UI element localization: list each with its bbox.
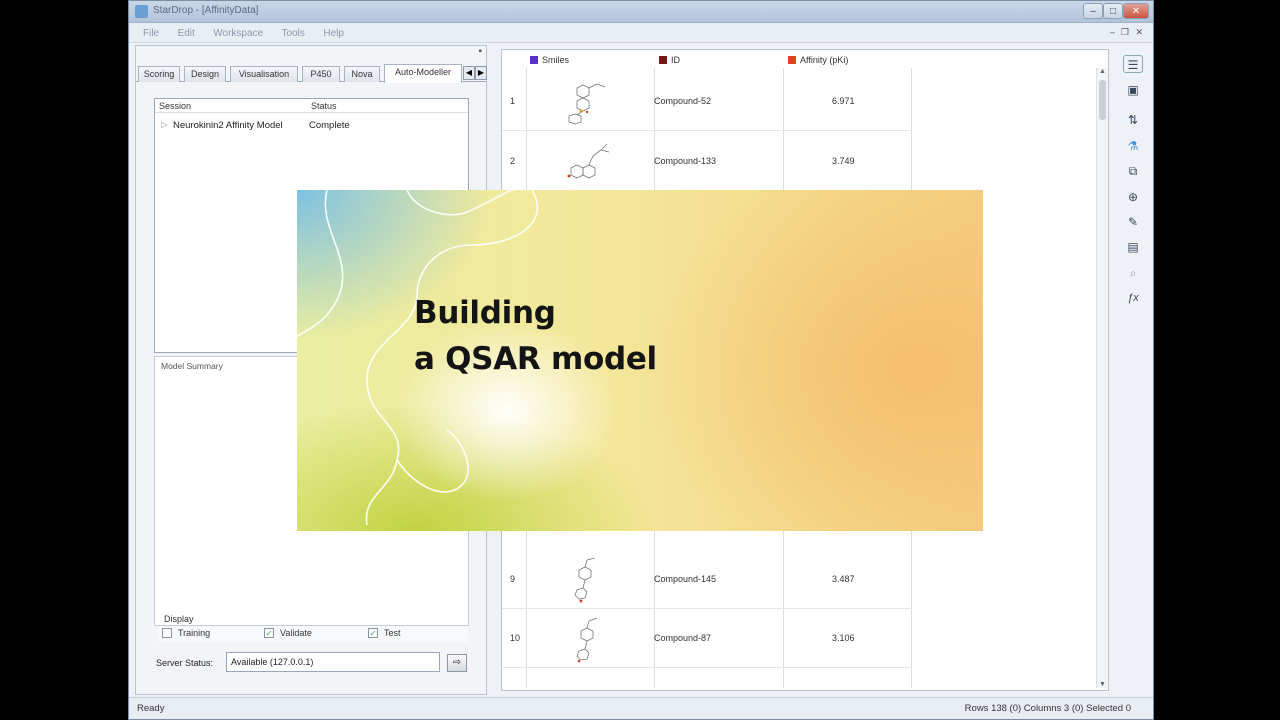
- affinity-value: 3.487: [832, 574, 855, 584]
- list-icon[interactable]: ☰: [1123, 55, 1143, 73]
- test-checkbox[interactable]: ✓ Test: [368, 628, 401, 638]
- window-title: StarDrop - [AffinityData]: [153, 5, 259, 16]
- headline-line-2: a QSAR model: [414, 341, 657, 377]
- server-status-field[interactable]: Available (127.0.0.1): [226, 652, 440, 672]
- molecule-structure-icon: [574, 557, 596, 603]
- mdi-minimize-button[interactable]: –: [1110, 27, 1115, 37]
- save-icon[interactable]: ▣: [1123, 81, 1143, 99]
- paint-icon[interactable]: ✎: [1123, 213, 1143, 231]
- server-status-label: Server Status:: [156, 658, 214, 668]
- maximize-button[interactable]: □: [1103, 3, 1123, 19]
- menu-edit[interactable]: Edit: [178, 28, 195, 39]
- row-number: 1: [510, 96, 516, 106]
- status-column-header[interactable]: Status: [311, 101, 337, 111]
- validate-label: Validate: [280, 628, 312, 638]
- title-bar: StarDrop - [AffinityData] – □ ✕: [129, 1, 1153, 23]
- connect-arrow-icon[interactable]: ⇨: [447, 654, 467, 672]
- id-header-label: ID: [671, 55, 680, 65]
- molecule-structure-icon: [568, 83, 606, 125]
- tab-auto-modeller[interactable]: Auto-Modeller: [384, 64, 462, 83]
- app-icon: [135, 5, 148, 18]
- affinity-value: 3.749: [832, 156, 855, 166]
- session-row[interactable]: ▷ Neurokinin2 Affinity Model Complete: [155, 118, 468, 134]
- tab-scoring[interactable]: Scoring: [138, 66, 180, 82]
- model-summary-label: Model Summary: [161, 361, 223, 371]
- row-number: 9: [510, 574, 516, 584]
- table-row[interactable]: 1 Compound-52 6.971: [502, 72, 912, 131]
- affinity-value: 3.106: [832, 633, 855, 643]
- search-icon[interactable]: ⌕: [1123, 264, 1143, 282]
- session-column-header[interactable]: Session: [159, 101, 191, 111]
- table-row[interactable]: 2 Compound-133 3.749: [502, 132, 912, 191]
- tab-nova[interactable]: Nova: [344, 66, 380, 82]
- flask-icon[interactable]: ⚗: [1123, 137, 1143, 155]
- compound-id: Compound-145: [654, 574, 717, 584]
- formula-icon[interactable]: ƒx: [1123, 289, 1143, 307]
- tab-strip: Scoring Design Visualisation P450 Nova A…: [136, 64, 487, 83]
- vertical-scrollbar[interactable]: ▲ ▼: [1096, 68, 1108, 688]
- menu-bar: File Edit Workspace Tools Help: [129, 23, 1153, 43]
- tab-p450[interactable]: P450: [302, 66, 340, 82]
- session-name: Neurokinin2 Affinity Model: [173, 120, 283, 131]
- sort-icon[interactable]: ⇅: [1123, 111, 1143, 129]
- column-header-smiles[interactable]: Smiles: [530, 55, 569, 65]
- scrollbar-thumb[interactable]: [1099, 80, 1106, 120]
- column-header-affinity[interactable]: Affinity (pKi): [788, 55, 848, 65]
- checkbox-box[interactable]: ✓: [368, 628, 378, 638]
- scroll-up-icon[interactable]: ▲: [1099, 68, 1106, 75]
- headline-line-1: Building: [414, 295, 556, 331]
- validate-checkbox[interactable]: ✓ Validate: [264, 628, 312, 638]
- table-row[interactable]: 9 Compound-145 3.487: [502, 550, 912, 609]
- close-button[interactable]: ✕: [1123, 3, 1149, 19]
- test-label: Test: [384, 628, 401, 638]
- side-toolbar: ☰ ▣ ⇅ ⚗ ⧉ ⊕ ✎ ▤ ⌕ ƒx: [1117, 49, 1149, 309]
- row-number: 2: [510, 156, 516, 166]
- menu-help[interactable]: Help: [323, 28, 344, 39]
- training-checkbox[interactable]: Training: [162, 628, 210, 638]
- compound-id: Compound-52: [654, 96, 712, 106]
- session-status: Complete: [309, 120, 350, 131]
- zoom-icon[interactable]: ⊕: [1123, 188, 1143, 206]
- chart-icon[interactable]: ▤: [1123, 238, 1143, 256]
- smiles-color-swatch: [530, 56, 538, 64]
- status-text: Ready: [137, 703, 165, 714]
- expand-icon[interactable]: ▷: [161, 120, 167, 129]
- menu-file[interactable]: File: [143, 28, 159, 39]
- display-options: Training ✓ Validate ✓ Test: [158, 626, 468, 642]
- status-bar: Ready Rows 138 (0) Columns 3 (0) Selecte…: [129, 697, 1153, 719]
- table-stats: Rows 138 (0) Columns 3 (0) Selected 0: [964, 703, 1131, 714]
- id-color-swatch: [659, 56, 667, 64]
- molecule-structure-icon: [576, 617, 598, 663]
- session-list-header: Session Status: [155, 99, 468, 113]
- affinity-color-swatch: [788, 56, 796, 64]
- table-row[interactable]: 10 Compound-87 3.106: [502, 609, 912, 668]
- column-header-id[interactable]: ID: [659, 55, 680, 65]
- menu-workspace[interactable]: Workspace: [213, 28, 263, 39]
- compound-id: Compound-133: [654, 156, 717, 166]
- molecule-structure-icon: [567, 143, 610, 179]
- copy-icon[interactable]: ⧉: [1123, 162, 1143, 180]
- tab-scroll-left-icon[interactable]: ◀: [463, 66, 475, 80]
- mdi-close-button[interactable]: ✕: [1135, 27, 1143, 38]
- affinity-header-label: Affinity (pKi): [800, 55, 849, 65]
- headline: Building a QSAR model: [414, 290, 657, 382]
- row-number: 10: [510, 633, 521, 643]
- affinity-value: 6.971: [832, 96, 855, 106]
- scroll-down-icon[interactable]: ▼: [1099, 681, 1106, 688]
- pin-icon[interactable]: ▪: [478, 46, 482, 57]
- training-label: Training: [178, 628, 211, 638]
- smiles-header-label: Smiles: [542, 55, 570, 65]
- minimize-button[interactable]: –: [1083, 3, 1103, 19]
- display-label: Display: [164, 614, 194, 624]
- tab-visualisation[interactable]: Visualisation: [230, 66, 298, 82]
- checkbox-box[interactable]: [162, 628, 172, 638]
- tab-design[interactable]: Design: [184, 66, 226, 82]
- menu-tools[interactable]: Tools: [282, 28, 305, 39]
- mdi-restore-button[interactable]: ❐: [1121, 27, 1129, 38]
- checkbox-box[interactable]: ✓: [264, 628, 274, 638]
- tab-scroll-right-icon[interactable]: ▶: [475, 66, 487, 80]
- title-card-overlay: Building a QSAR model: [297, 190, 983, 531]
- compound-id: Compound-87: [654, 633, 712, 643]
